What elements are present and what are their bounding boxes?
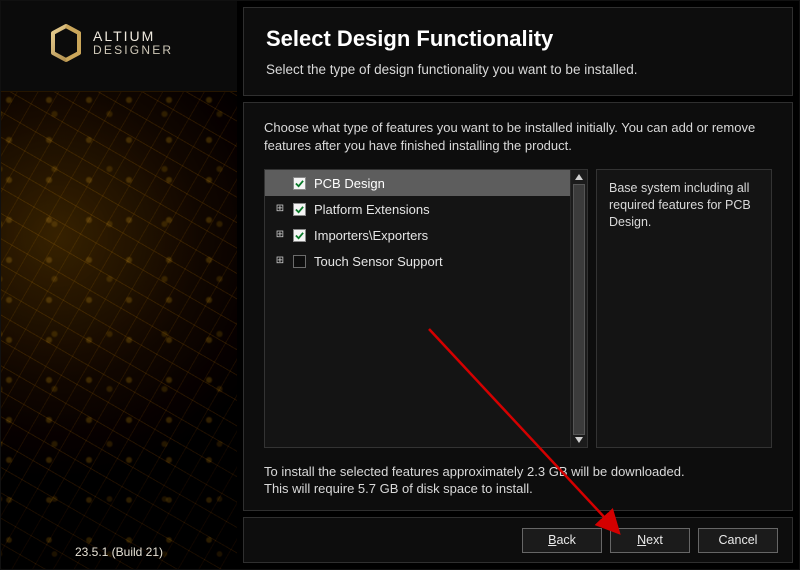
wizard-footer: Back Next Cancel xyxy=(243,517,793,563)
feature-label: Platform Extensions xyxy=(314,202,430,217)
feature-checkbox[interactable] xyxy=(293,229,306,242)
features-area: ⊞ PCB Design ⊞ Platform Extensions xyxy=(264,169,772,448)
branding-sidebar: ALTIUM DESIGNER 23.5.1 (Build 21) xyxy=(1,1,237,569)
brand-line1: ALTIUM xyxy=(93,29,173,44)
feature-pcb-design[interactable]: ⊞ PCB Design xyxy=(265,170,570,196)
page-subtitle: Select the type of design functionality … xyxy=(266,62,770,77)
feature-checkbox[interactable] xyxy=(293,177,306,190)
main-panel: Select Design Functionality Select the t… xyxy=(237,1,799,569)
page-title: Select Design Functionality xyxy=(266,26,770,52)
feature-touch-sensor-support[interactable]: ⊞ Touch Sensor Support xyxy=(265,248,570,274)
scroll-up-icon[interactable] xyxy=(572,170,586,184)
back-button[interactable]: Back xyxy=(522,528,602,553)
tree-expander-icon[interactable]: ⊞ xyxy=(275,204,285,214)
scroll-down-icon[interactable] xyxy=(572,433,586,447)
instructions-text: Choose what type of features you want to… xyxy=(264,119,772,155)
scroll-track[interactable] xyxy=(572,184,586,433)
feature-label: Importers\Exporters xyxy=(314,228,428,243)
feature-description-panel: Base system including all required featu… xyxy=(596,169,772,448)
feature-importers-exporters[interactable]: ⊞ Importers\Exporters xyxy=(265,222,570,248)
tree-expander-icon[interactable]: ⊞ xyxy=(275,256,285,266)
feature-label: PCB Design xyxy=(314,176,385,191)
cancel-button[interactable]: Cancel xyxy=(698,528,778,553)
page-header: Select Design Functionality Select the t… xyxy=(243,7,793,96)
download-size-text: To install the selected features approxi… xyxy=(264,464,772,479)
altium-logo-icon xyxy=(49,23,83,63)
tree-expander-icon[interactable]: ⊞ xyxy=(275,230,285,240)
feature-checkbox[interactable] xyxy=(293,255,306,268)
installer-window: ALTIUM DESIGNER 23.5.1 (Build 21) Select… xyxy=(0,0,800,570)
brand-line2: DESIGNER xyxy=(93,44,173,57)
scroll-thumb[interactable] xyxy=(573,184,585,435)
page-body: Choose what type of features you want to… xyxy=(243,102,793,511)
next-button[interactable]: Next xyxy=(610,528,690,553)
version-label: 23.5.1 (Build 21) xyxy=(1,545,237,559)
feature-checkbox[interactable] xyxy=(293,203,306,216)
disk-space-text: This will require 5.7 GB of disk space t… xyxy=(264,481,772,496)
feature-tree-items: ⊞ PCB Design ⊞ Platform Extensions xyxy=(265,170,570,447)
feature-platform-extensions[interactable]: ⊞ Platform Extensions xyxy=(265,196,570,222)
feature-tree-scrollbar[interactable] xyxy=(570,170,587,447)
feature-tree[interactable]: ⊞ PCB Design ⊞ Platform Extensions xyxy=(264,169,588,448)
feature-description-text: Base system including all required featu… xyxy=(609,181,751,229)
product-logo: ALTIUM DESIGNER xyxy=(49,23,173,63)
feature-label: Touch Sensor Support xyxy=(314,254,443,269)
pcb-artwork xyxy=(1,91,237,569)
